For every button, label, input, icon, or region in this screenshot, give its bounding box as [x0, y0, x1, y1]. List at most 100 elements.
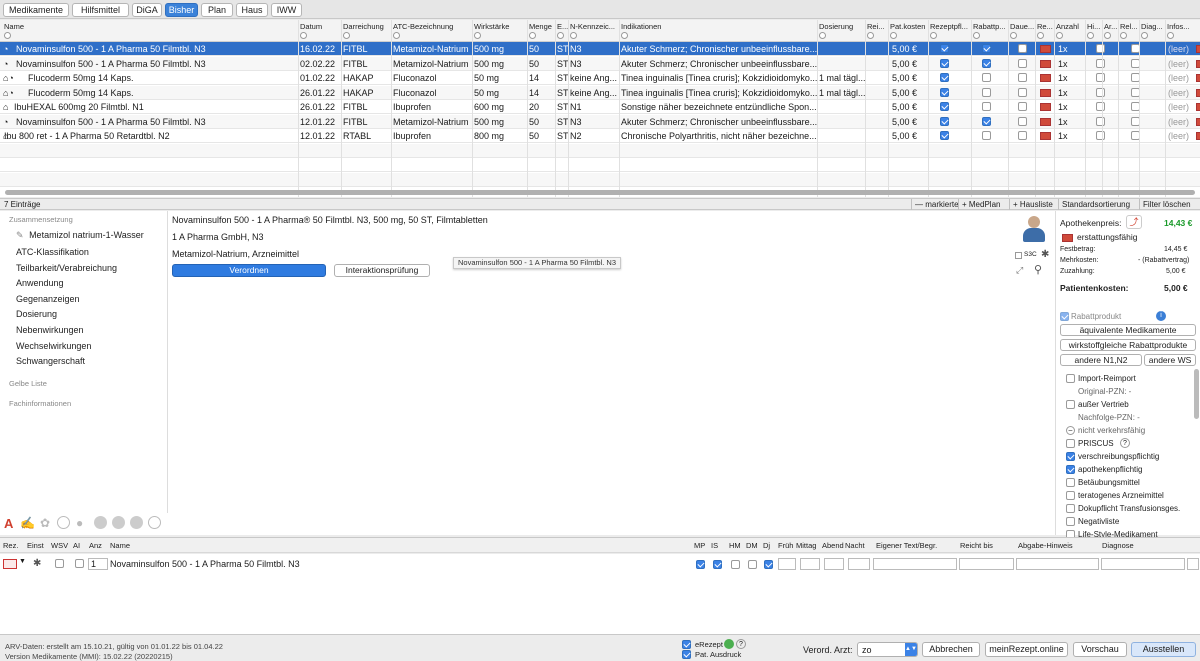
horizontal-scrollbar[interactable]: [5, 190, 1195, 195]
column-filter-icon[interactable]: [1167, 32, 1174, 39]
rezept-icon[interactable]: [1040, 88, 1051, 97]
column-filter-icon[interactable]: [570, 32, 577, 39]
nav-item[interactable]: Nebenwirkungen: [16, 325, 84, 335]
edit-icon[interactable]: [1196, 103, 1200, 111]
tab-haus[interactable]: Haus: [236, 3, 268, 17]
rezept-icon[interactable]: [1040, 74, 1051, 82]
col-header[interactable]: Indikationen: [621, 22, 817, 31]
column-filter-icon[interactable]: [1120, 32, 1127, 39]
column-filter-icon[interactable]: [1037, 32, 1044, 39]
search-icon[interactable]: ⚲: [1034, 263, 1042, 276]
col-header[interactable]: Re...: [1037, 22, 1054, 31]
table-row[interactable]: ⌂◔ Flucoderm 50mg 14 Kaps. 26.01.22 HAKAP Fl…: [0, 85, 1200, 100]
dauer-checkbox[interactable]: [1018, 131, 1027, 140]
edit-icon[interactable]: [1196, 45, 1200, 53]
eigener-text-input[interactable]: [873, 558, 957, 570]
rezeptpflicht-checkbox[interactable]: [940, 73, 949, 82]
column-filter-icon[interactable]: [474, 32, 481, 39]
dauer-checkbox[interactable]: [1018, 58, 1027, 68]
table-row[interactable]: ◔ Novaminsulfon 500 - 1 A Pharma 50 Filmt…: [0, 114, 1200, 129]
pat-ausdruck-checkbox[interactable]: [682, 650, 691, 659]
ausstellen-button[interactable]: Ausstellen: [1131, 642, 1196, 657]
dauer-checkbox[interactable]: [1018, 102, 1027, 111]
chevron-down-icon[interactable]: ▼: [19, 558, 26, 565]
col-header[interactable]: Daue...: [1010, 22, 1035, 31]
column-filter-icon[interactable]: [930, 32, 937, 39]
col-header[interactable]: Name: [4, 22, 298, 31]
interaktionspruefung-button[interactable]: Interaktionsprüfung: [334, 264, 430, 277]
column-filter-icon[interactable]: [819, 32, 826, 39]
vorschau-button[interactable]: Vorschau: [1073, 642, 1127, 657]
cannabis-icon[interactable]: ✿: [40, 516, 50, 530]
edit-icon[interactable]: [1196, 88, 1200, 97]
column-filter-icon[interactable]: [1010, 32, 1017, 39]
column-filter-icon[interactable]: [393, 32, 400, 39]
ssc-checkbox[interactable]: [1015, 252, 1022, 259]
rezeptpflicht-checkbox[interactable]: [940, 58, 949, 68]
globus-icon[interactable]: [57, 516, 70, 529]
col-header[interactable]: Rei...: [867, 22, 888, 31]
tab-hilfsmittel[interactable]: Hilfsmittel: [72, 3, 129, 17]
dauer-checkbox[interactable]: [1018, 87, 1027, 97]
col-header[interactable]: Infos...: [1167, 22, 1197, 31]
col-header[interactable]: Anzahl: [1056, 22, 1085, 31]
hm-checkbox[interactable]: [731, 560, 740, 569]
dj-checkbox[interactable]: [764, 560, 773, 569]
rezeptpflicht-checkbox[interactable]: [940, 131, 949, 140]
rezeptpflicht-checkbox[interactable]: [940, 102, 949, 111]
rabatt-checkbox[interactable]: [982, 102, 991, 111]
col-header[interactable]: N-Kennzeic...: [570, 22, 618, 31]
rabatt-checkbox[interactable]: [982, 58, 991, 68]
homoeopathie-icon[interactable]: [94, 516, 107, 529]
tab-diga[interactable]: DiGA: [132, 3, 162, 17]
nacht-input[interactable]: [848, 558, 870, 570]
otc-icon[interactable]: [130, 516, 143, 529]
erezept-checkbox[interactable]: [682, 640, 691, 649]
markierte-button[interactable]: — markierte: [911, 199, 962, 210]
info-icon[interactable]: i: [1156, 311, 1166, 321]
column-filter-icon[interactable]: [890, 32, 897, 39]
column-filter-icon[interactable]: [867, 32, 874, 39]
rabatt-checkbox[interactable]: [982, 116, 991, 126]
col-header[interactable]: Menge: [529, 22, 555, 31]
rx-row[interactable]: ▼ ✱ 1 Novaminsulfon 500 - 1 A Pharma 50 …: [0, 556, 1200, 572]
column-filter-icon[interactable]: [557, 32, 564, 39]
wirkstoffgleiche-rabattprodukte-button[interactable]: wirkstoffgleiche Rabattprodukte: [1060, 339, 1196, 351]
col-header[interactable]: E...: [557, 22, 568, 31]
column-filter-icon[interactable]: [529, 32, 536, 39]
rezept-icon[interactable]: [1040, 45, 1051, 53]
rezept-type-icon[interactable]: [3, 559, 17, 569]
column-filter-icon[interactable]: [300, 32, 307, 39]
frueh-input[interactable]: [778, 558, 796, 570]
standardsortierung-button[interactable]: Standardsortierung: [1058, 199, 1133, 210]
arzt-select[interactable]: zo ▲▼: [857, 642, 918, 657]
rezept-icon[interactable]: ✍: [20, 516, 35, 530]
tab-medikamente[interactable]: Medikamente: [3, 3, 69, 17]
nav-item[interactable]: Anwendung: [16, 278, 64, 288]
wsv-checkbox[interactable]: [55, 559, 64, 568]
column-filter-icon[interactable]: [1056, 32, 1063, 39]
filter-loeschen-button[interactable]: Filter löschen: [1139, 199, 1194, 210]
col-header[interactable]: Diag...: [1141, 22, 1165, 31]
verordnen-button[interactable]: Verordnen: [172, 264, 326, 277]
table-row[interactable]: ⌂ IbuHEXAL 600mg 20 Filmtbl. N1 26.01.22 FI…: [0, 100, 1200, 114]
vertical-scrollbar[interactable]: [1194, 369, 1199, 419]
column-filter-icon[interactable]: [1141, 32, 1148, 39]
is-checkbox[interactable]: [713, 560, 722, 569]
nav-section-fachinformationen[interactable]: Fachinformationen: [9, 399, 71, 408]
nav-item[interactable]: Dosierung: [16, 309, 57, 319]
rezeptpflicht-checkbox[interactable]: [940, 116, 949, 126]
meinrezept-button[interactable]: meinRezept.online: [985, 642, 1068, 657]
column-filter-icon[interactable]: [343, 32, 350, 39]
col-header[interactable]: Hi...: [1087, 22, 1102, 31]
nav-item[interactable]: Gegenanzeigen: [16, 294, 80, 304]
reicht-bis-input[interactable]: [959, 558, 1014, 570]
edit-icon[interactable]: [1196, 132, 1200, 140]
andere-ws-button[interactable]: andere WS: [1144, 354, 1196, 366]
hilfsmittel-checkbox[interactable]: [1096, 116, 1105, 126]
drop-icon[interactable]: ●: [76, 516, 83, 530]
dm-checkbox[interactable]: [748, 560, 757, 569]
nav-item-substance[interactable]: ✎ Metamizol natrium-1-Wasser: [16, 230, 144, 241]
ai-checkbox[interactable]: [75, 559, 84, 568]
nav-section-gelbe-liste[interactable]: Gelbe Liste: [9, 379, 47, 388]
